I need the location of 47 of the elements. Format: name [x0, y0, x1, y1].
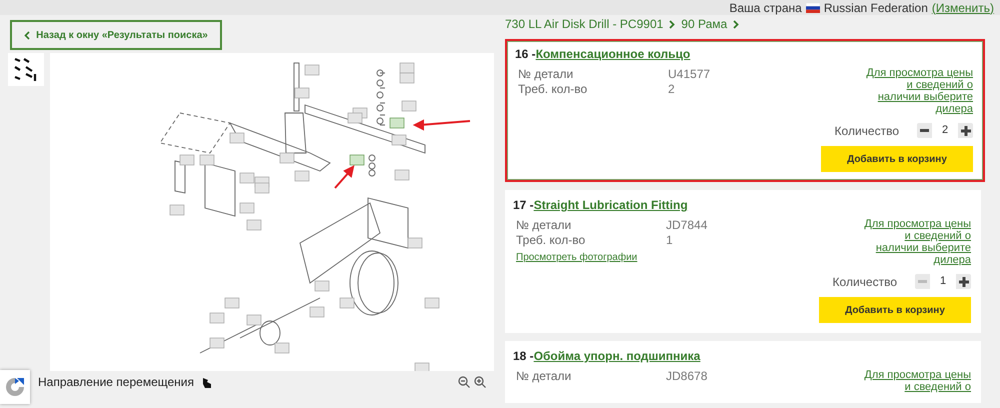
recaptcha-icon	[0, 370, 30, 404]
plus-icon	[958, 276, 968, 286]
part-number: 16 -	[515, 47, 536, 61]
part-number: 18 -	[513, 349, 534, 363]
part-number: 17 -	[513, 198, 534, 212]
field-value: JD8678	[666, 369, 708, 383]
quantity-field[interactable]: 2	[932, 123, 958, 138]
field-label: № детали	[516, 218, 572, 232]
field-label: № детали	[516, 369, 572, 383]
back-to-results-button[interactable]: Назад к окну «Результаты поиска»	[10, 20, 222, 50]
select-dealer-link[interactable]: Для просмотра цены и сведений о	[861, 369, 971, 393]
minus-icon	[918, 280, 927, 283]
change-country-link[interactable]: (Изменить)	[932, 0, 994, 14]
breadcrumb-link[interactable]: 90 Рама	[681, 17, 728, 31]
field-value: JD7844	[666, 218, 708, 232]
chevron-left-icon	[24, 30, 30, 40]
breadcrumb-link[interactable]: 730 LL Air Disk Drill - PC9901	[505, 17, 664, 31]
chevron-right-icon	[733, 20, 740, 28]
view-photos-link[interactable]: Просмотреть фотографии	[516, 252, 708, 263]
increase-button[interactable]	[958, 123, 973, 138]
plus-icon	[960, 126, 970, 136]
field-label: Треб. кол-во	[518, 82, 588, 96]
country-label: Ваша страна	[729, 0, 802, 14]
select-dealer-link[interactable]: Для просмотра цены и сведений о наличии выберите дилера	[861, 218, 971, 266]
field-value: U41577	[668, 67, 710, 81]
add-to-cart-button[interactable]: Добавить в корзину	[821, 146, 973, 172]
field-label: № детали	[518, 67, 574, 81]
quantity-field[interactable]: 1	[930, 274, 956, 289]
select-dealer-link[interactable]: Для просмотра цены и сведений о наличии выберите дилера	[863, 67, 973, 115]
field-value: 1	[666, 233, 674, 247]
minus-icon	[920, 129, 929, 132]
increase-button[interactable]	[956, 274, 971, 289]
quantity-label: Количество	[834, 124, 899, 138]
diagram-thumbnail[interactable]	[8, 53, 44, 86]
zoom-out-icon[interactable]	[458, 376, 470, 388]
part-title-link[interactable]: Straight Lubrication Fitting	[534, 198, 688, 212]
quantity-label: Количество	[832, 274, 897, 288]
country-name: Russian Federation	[824, 0, 928, 14]
zoom-in-icon[interactable]	[474, 376, 486, 388]
field-label: Треб. кол-во	[516, 233, 586, 247]
add-to-cart-button[interactable]: Добавить в корзину	[819, 297, 971, 323]
field-value: 2	[668, 82, 676, 96]
flag-icon	[806, 2, 820, 12]
movement-direction-label: Направление перемещения	[38, 375, 194, 389]
chevron-right-icon	[669, 20, 676, 28]
part-title-link[interactable]: Компенсационное кольцо	[536, 47, 690, 61]
part-title-link[interactable]: Обойма упорн. подшипника	[534, 349, 700, 363]
